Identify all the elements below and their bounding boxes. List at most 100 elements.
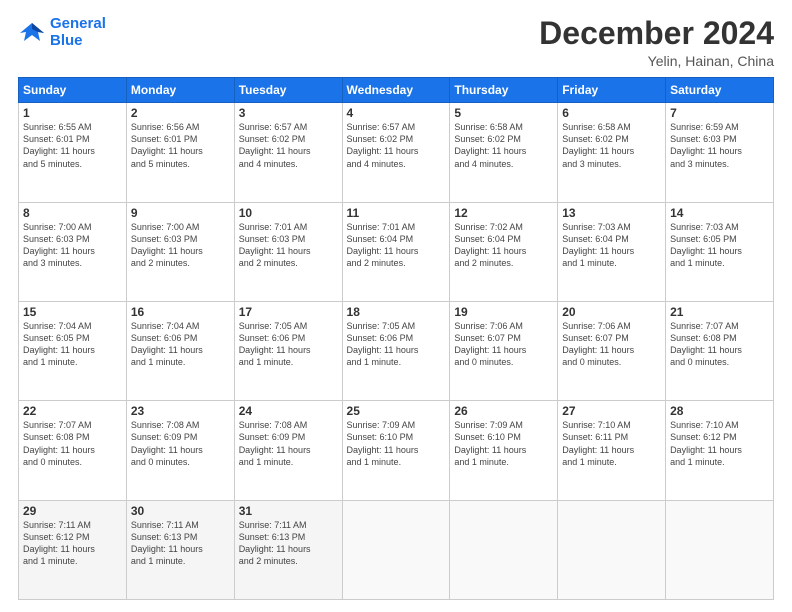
- col-header-saturday: Saturday: [666, 78, 774, 103]
- logo-general: General: [50, 15, 106, 32]
- table-row: 11Sunrise: 7:01 AM Sunset: 6:04 PM Dayli…: [342, 202, 450, 301]
- table-row: 24Sunrise: 7:08 AM Sunset: 6:09 PM Dayli…: [234, 401, 342, 500]
- day-number: 27: [562, 404, 661, 418]
- day-number: 11: [347, 206, 446, 220]
- day-info: Sunrise: 7:03 AM Sunset: 6:04 PM Dayligh…: [562, 221, 661, 270]
- day-number: 30: [131, 504, 230, 518]
- table-row: 16Sunrise: 7:04 AM Sunset: 6:06 PM Dayli…: [126, 301, 234, 400]
- table-row: [558, 500, 666, 599]
- day-number: 8: [23, 206, 122, 220]
- day-number: 23: [131, 404, 230, 418]
- day-info: Sunrise: 7:02 AM Sunset: 6:04 PM Dayligh…: [454, 221, 553, 270]
- day-number: 12: [454, 206, 553, 220]
- day-number: 28: [670, 404, 769, 418]
- day-info: Sunrise: 7:00 AM Sunset: 6:03 PM Dayligh…: [131, 221, 230, 270]
- table-row: 14Sunrise: 7:03 AM Sunset: 6:05 PM Dayli…: [666, 202, 774, 301]
- table-row: [342, 500, 450, 599]
- day-info: Sunrise: 7:00 AM Sunset: 6:03 PM Dayligh…: [23, 221, 122, 270]
- day-info: Sunrise: 7:01 AM Sunset: 6:03 PM Dayligh…: [239, 221, 338, 270]
- table-row: 31Sunrise: 7:11 AM Sunset: 6:13 PM Dayli…: [234, 500, 342, 599]
- logo-icon: [18, 19, 46, 47]
- logo: General Blue: [18, 16, 106, 49]
- day-number: 20: [562, 305, 661, 319]
- col-header-friday: Friday: [558, 78, 666, 103]
- main-title: December 2024: [539, 16, 774, 51]
- table-row: 13Sunrise: 7:03 AM Sunset: 6:04 PM Dayli…: [558, 202, 666, 301]
- table-row: 6Sunrise: 6:58 AM Sunset: 6:02 PM Daylig…: [558, 103, 666, 202]
- table-row: 17Sunrise: 7:05 AM Sunset: 6:06 PM Dayli…: [234, 301, 342, 400]
- day-info: Sunrise: 7:05 AM Sunset: 6:06 PM Dayligh…: [347, 320, 446, 369]
- day-info: Sunrise: 7:11 AM Sunset: 6:12 PM Dayligh…: [23, 519, 122, 568]
- day-info: Sunrise: 6:55 AM Sunset: 6:01 PM Dayligh…: [23, 121, 122, 170]
- table-row: 4Sunrise: 6:57 AM Sunset: 6:02 PM Daylig…: [342, 103, 450, 202]
- col-header-thursday: Thursday: [450, 78, 558, 103]
- day-info: Sunrise: 7:10 AM Sunset: 6:12 PM Dayligh…: [670, 419, 769, 468]
- day-number: 18: [347, 305, 446, 319]
- table-row: 28Sunrise: 7:10 AM Sunset: 6:12 PM Dayli…: [666, 401, 774, 500]
- day-number: 25: [347, 404, 446, 418]
- day-number: 7: [670, 106, 769, 120]
- day-number: 1: [23, 106, 122, 120]
- day-info: Sunrise: 7:08 AM Sunset: 6:09 PM Dayligh…: [131, 419, 230, 468]
- col-header-tuesday: Tuesday: [234, 78, 342, 103]
- day-number: 24: [239, 404, 338, 418]
- subtitle: Yelin, Hainan, China: [539, 53, 774, 69]
- table-row: 23Sunrise: 7:08 AM Sunset: 6:09 PM Dayli…: [126, 401, 234, 500]
- day-info: Sunrise: 7:08 AM Sunset: 6:09 PM Dayligh…: [239, 419, 338, 468]
- header: General Blue December 2024 Yelin, Hainan…: [18, 16, 774, 69]
- day-info: Sunrise: 6:57 AM Sunset: 6:02 PM Dayligh…: [347, 121, 446, 170]
- day-info: Sunrise: 7:09 AM Sunset: 6:10 PM Dayligh…: [347, 419, 446, 468]
- day-number: 22: [23, 404, 122, 418]
- day-info: Sunrise: 7:04 AM Sunset: 6:06 PM Dayligh…: [131, 320, 230, 369]
- col-header-wednesday: Wednesday: [342, 78, 450, 103]
- table-row: 12Sunrise: 7:02 AM Sunset: 6:04 PM Dayli…: [450, 202, 558, 301]
- table-row: [666, 500, 774, 599]
- table-row: 1Sunrise: 6:55 AM Sunset: 6:01 PM Daylig…: [19, 103, 127, 202]
- day-number: 9: [131, 206, 230, 220]
- day-info: Sunrise: 7:11 AM Sunset: 6:13 PM Dayligh…: [239, 519, 338, 568]
- day-info: Sunrise: 7:07 AM Sunset: 6:08 PM Dayligh…: [23, 419, 122, 468]
- col-header-monday: Monday: [126, 78, 234, 103]
- day-number: 2: [131, 106, 230, 120]
- table-row: 10Sunrise: 7:01 AM Sunset: 6:03 PM Dayli…: [234, 202, 342, 301]
- day-info: Sunrise: 7:03 AM Sunset: 6:05 PM Dayligh…: [670, 221, 769, 270]
- table-row: 8Sunrise: 7:00 AM Sunset: 6:03 PM Daylig…: [19, 202, 127, 301]
- table-row: 27Sunrise: 7:10 AM Sunset: 6:11 PM Dayli…: [558, 401, 666, 500]
- title-block: December 2024 Yelin, Hainan, China: [539, 16, 774, 69]
- day-info: Sunrise: 7:05 AM Sunset: 6:06 PM Dayligh…: [239, 320, 338, 369]
- table-row: 29Sunrise: 7:11 AM Sunset: 6:12 PM Dayli…: [19, 500, 127, 599]
- day-info: Sunrise: 7:01 AM Sunset: 6:04 PM Dayligh…: [347, 221, 446, 270]
- day-info: Sunrise: 7:06 AM Sunset: 6:07 PM Dayligh…: [562, 320, 661, 369]
- day-number: 14: [670, 206, 769, 220]
- table-row: 7Sunrise: 6:59 AM Sunset: 6:03 PM Daylig…: [666, 103, 774, 202]
- day-number: 19: [454, 305, 553, 319]
- day-number: 5: [454, 106, 553, 120]
- table-row: 18Sunrise: 7:05 AM Sunset: 6:06 PM Dayli…: [342, 301, 450, 400]
- day-number: 4: [347, 106, 446, 120]
- table-row: 20Sunrise: 7:06 AM Sunset: 6:07 PM Dayli…: [558, 301, 666, 400]
- day-info: Sunrise: 7:11 AM Sunset: 6:13 PM Dayligh…: [131, 519, 230, 568]
- table-row: 19Sunrise: 7:06 AM Sunset: 6:07 PM Dayli…: [450, 301, 558, 400]
- day-info: Sunrise: 6:58 AM Sunset: 6:02 PM Dayligh…: [562, 121, 661, 170]
- table-row: 26Sunrise: 7:09 AM Sunset: 6:10 PM Dayli…: [450, 401, 558, 500]
- table-row: 30Sunrise: 7:11 AM Sunset: 6:13 PM Dayli…: [126, 500, 234, 599]
- day-number: 17: [239, 305, 338, 319]
- calendar-table: SundayMondayTuesdayWednesdayThursdayFrid…: [18, 77, 774, 600]
- day-info: Sunrise: 6:58 AM Sunset: 6:02 PM Dayligh…: [454, 121, 553, 170]
- table-row: [450, 500, 558, 599]
- table-row: 3Sunrise: 6:57 AM Sunset: 6:02 PM Daylig…: [234, 103, 342, 202]
- logo-blue: Blue: [50, 33, 106, 50]
- day-number: 16: [131, 305, 230, 319]
- day-number: 15: [23, 305, 122, 319]
- day-number: 3: [239, 106, 338, 120]
- day-info: Sunrise: 7:09 AM Sunset: 6:10 PM Dayligh…: [454, 419, 553, 468]
- day-info: Sunrise: 6:57 AM Sunset: 6:02 PM Dayligh…: [239, 121, 338, 170]
- day-number: 29: [23, 504, 122, 518]
- table-row: 15Sunrise: 7:04 AM Sunset: 6:05 PM Dayli…: [19, 301, 127, 400]
- day-number: 26: [454, 404, 553, 418]
- day-info: Sunrise: 7:04 AM Sunset: 6:05 PM Dayligh…: [23, 320, 122, 369]
- col-header-sunday: Sunday: [19, 78, 127, 103]
- day-number: 13: [562, 206, 661, 220]
- day-number: 10: [239, 206, 338, 220]
- day-info: Sunrise: 7:10 AM Sunset: 6:11 PM Dayligh…: [562, 419, 661, 468]
